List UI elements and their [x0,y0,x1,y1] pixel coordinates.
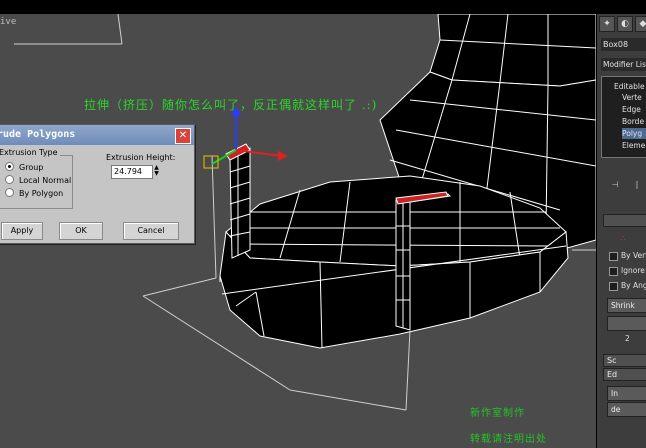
by-angle-label: By Ang [621,281,646,290]
heel-back-face [429,13,596,87]
modify-tab-icon[interactable]: ◐ [617,16,633,32]
stack-item-editable[interactable]: Editable [614,81,646,92]
ok-button[interactable]: OK [59,222,103,240]
apply-button[interactable]: Apply [1,222,43,240]
viewport-label: ive [0,17,17,27]
grid-line [117,13,123,45]
soft-selection-rollout[interactable]: Sc [603,354,646,367]
insert-vertex-button[interactable]: In [607,386,646,401]
watermark-line1: 新作室制作 [470,408,525,419]
create-tab-icon[interactable]: ✦ [599,16,615,32]
stack-item-polygon[interactable]: Polyg [622,128,646,139]
stack-item-element[interactable]: Eleme [622,140,646,151]
by-vertex-label: By Vert [621,251,646,260]
vertex-selection-icon[interactable]: ∴ [617,234,629,244]
shrink-button[interactable]: Shrink [607,298,646,313]
modifier-stack: Editable Verte Edge Borde Polyg Eleme [601,76,646,158]
radio-icon[interactable] [5,175,14,184]
ring-button[interactable] [607,316,646,331]
ignore-backfacing-checkbox[interactable] [609,267,618,276]
object-name-field[interactable]: Box08 [601,38,646,51]
extrusion-height-field[interactable]: 24.794 [111,165,153,179]
hierarchy-tab-icon[interactable]: ◆ [635,16,646,32]
extrude-button[interactable]: de [607,402,646,417]
cancel-button[interactable]: Cancel [123,222,179,240]
radio-by-polygon[interactable]: By Polygon [5,188,63,198]
grid-line [405,329,411,411]
dialog-title[interactable]: rude Polygons [0,125,194,145]
watermark-line2: 转载请注明出处 [470,434,547,445]
tutorial-annotation: 拉伸（挤压）随你怎么叫了，反正偶就这样叫了 .:) [84,98,378,112]
by-angle-checkbox[interactable] [609,282,618,291]
top-bar [0,0,646,14]
ignore-label: Ignore [621,266,645,275]
extrude-polygons-dialog: rude Polygons ✕ Extrusion Type Group Loc… [0,124,195,244]
selection-rollout[interactable] [603,214,646,227]
viewport[interactable]: ive 拉伸（挤压）随你怎么叫了，反正偶就这样叫了 .:) rude Polyg… [0,0,596,448]
selection-count: 2 [625,334,630,343]
stack-item-edge[interactable]: Edge [622,104,646,115]
pin-stack-icon[interactable]: ⊣ [609,180,621,190]
edit-polygons-rollout[interactable]: Ed [603,368,646,381]
command-panel: ✦ ◐ ◆ Box08 Modifier List Editable Verte… [596,14,646,448]
grid-line [142,277,217,297]
radio-local-normal[interactable]: Local Normal [5,175,71,185]
grid-line [211,155,217,279]
stack-item-border[interactable]: Borde [622,116,646,127]
modifier-list-dropdown[interactable]: Modifier List [601,58,646,71]
radio-icon[interactable] [5,188,14,197]
by-vertex-checkbox[interactable] [609,252,618,261]
radio-selected-icon[interactable] [5,162,14,171]
grid-line [289,389,407,411]
close-icon[interactable]: ✕ [175,128,191,144]
spinner-arrows-icon[interactable]: ▲ ▼ [153,165,160,178]
show-end-result-icon[interactable]: | [631,180,643,190]
extrusion-height-label: Extrusion Height: [106,153,176,162]
radio-group[interactable]: Group [5,162,43,172]
extrusion-type-label: Extrusion Type [0,148,60,157]
stack-item-vertex[interactable]: Verte [622,92,646,103]
